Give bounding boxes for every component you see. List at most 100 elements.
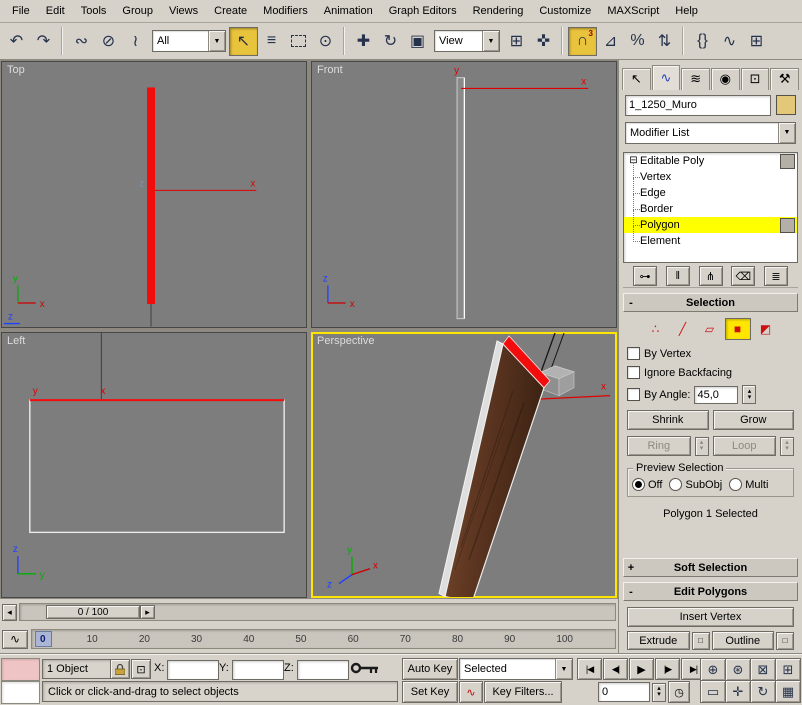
menu-animation[interactable]: Animation <box>316 2 381 21</box>
viewport-front[interactable]: Front x y z x <box>311 61 617 328</box>
select-and-move-icon[interactable]: ✚ <box>350 28 377 55</box>
stack-item-editable-poly[interactable]: ⊟ Editable Poly <box>624 153 797 169</box>
menu-customize[interactable]: Customize <box>531 2 599 21</box>
menu-modifiers[interactable]: Modifiers <box>255 2 316 21</box>
wall-front-face[interactable] <box>445 343 544 597</box>
spinner-down-icon[interactable]: ▾ <box>748 395 752 401</box>
preview-off-radio[interactable] <box>632 478 645 491</box>
stack-item-edge[interactable]: Edge <box>624 185 797 201</box>
menu-views[interactable]: Views <box>161 2 206 21</box>
border-subobject-icon[interactable]: ▱ <box>698 319 722 339</box>
curve-editor-icon[interactable]: ∿ <box>716 28 743 55</box>
auto-key-button[interactable]: Auto Key <box>402 658 458 680</box>
stack-item-element[interactable]: Element <box>624 233 797 249</box>
menu-help[interactable]: Help <box>667 2 706 21</box>
schematic-view-icon[interactable]: ⊞ <box>743 28 770 55</box>
window-crossing-icon[interactable]: ⊙ <box>312 28 339 55</box>
zoom-icon[interactable]: ⊕ <box>700 658 726 681</box>
select-object-icon[interactable]: ↖ <box>229 27 258 56</box>
reference-coordinate-dropdown[interactable]: View ▼ <box>434 30 500 52</box>
edit-polygons-rollout-header[interactable]: - Edit Polygons <box>623 582 798 601</box>
make-unique-icon[interactable]: ⋔ <box>699 266 723 286</box>
element-subobject-icon[interactable]: ◩ <box>754 319 778 339</box>
by-vertex-checkbox[interactable] <box>627 347 640 360</box>
object-color-swatch[interactable] <box>776 95 796 115</box>
vertex-subobject-icon[interactable]: ∴ <box>644 319 668 339</box>
maxscript-listener-pane[interactable] <box>1 681 40 704</box>
time-slider-track[interactable]: 0 / 100 ▸ <box>19 603 616 621</box>
time-slider-thumb[interactable]: 0 / 100 <box>46 605 140 619</box>
set-key-button[interactable]: Set Key <box>402 681 458 703</box>
viewport-left[interactable]: Left y x z y <box>1 332 307 599</box>
menu-graph-editors[interactable]: Graph Editors <box>381 2 465 21</box>
chevron-down-icon[interactable]: ▼ <box>208 31 225 51</box>
stack-icon-box[interactable] <box>780 218 795 233</box>
chevron-down-icon[interactable]: ▼ <box>482 31 499 51</box>
menu-maxscript[interactable]: MAXScript <box>599 2 667 21</box>
rectangular-selection-region-icon[interactable] <box>285 28 312 55</box>
stack-item-polygon[interactable]: Polygon <box>624 217 797 233</box>
shrink-button[interactable]: Shrink <box>627 410 709 430</box>
menu-create[interactable]: Create <box>206 2 255 21</box>
chevron-down-icon[interactable]: ▼ <box>555 659 572 679</box>
ring-button[interactable]: Ring <box>627 436 691 456</box>
macro-recorder-pane[interactable] <box>1 658 40 681</box>
angle-snap-icon[interactable]: ⊿ <box>597 28 624 55</box>
menu-group[interactable]: Group <box>114 2 161 21</box>
angle-value-field[interactable] <box>694 386 738 404</box>
outline-button[interactable]: Outline <box>712 631 775 650</box>
loop-spinner[interactable]: ▴▾ <box>780 437 794 456</box>
preview-multi-radio[interactable] <box>729 478 742 491</box>
unlink-selection-icon[interactable]: ⊘ <box>95 28 122 55</box>
tab-motion[interactable]: ◉ <box>711 68 740 90</box>
pin-stack-icon[interactable]: ⊶ <box>633 266 657 286</box>
modifier-list-dropdown[interactable]: Modifier List ▼ <box>625 122 796 144</box>
outline-settings-button[interactable]: □ <box>776 632 794 650</box>
remove-modifier-icon[interactable]: ⌫ <box>731 266 755 286</box>
select-by-name-icon[interactable]: ≡ <box>258 28 285 55</box>
stack-item-vertex[interactable]: Vertex <box>624 169 797 185</box>
play-button[interactable]: ▶ <box>629 658 654 680</box>
zoom-extents-all-icon[interactable]: ⊞ <box>775 658 801 681</box>
use-pivot-center-icon[interactable]: ⊞ <box>503 28 530 55</box>
zoom-all-icon[interactable]: ⊛ <box>725 658 751 681</box>
z-coordinate-field[interactable] <box>297 660 349 680</box>
polygon-subobject-icon[interactable]: ■ <box>725 318 751 340</box>
selection-filter-dropdown[interactable]: All ▼ <box>152 30 226 52</box>
snaps-toggle-icon[interactable]: ∩3 <box>568 27 597 56</box>
maximize-viewport-icon[interactable]: ▦ <box>775 680 801 703</box>
previous-frame-button[interactable]: ◀| <box>603 658 628 680</box>
viewport-top[interactable]: Top x z y x z <box>1 61 307 328</box>
arc-rotate-icon[interactable]: ↻ <box>750 680 776 703</box>
extrude-settings-button[interactable]: □ <box>692 632 710 650</box>
grow-button[interactable]: Grow <box>713 410 795 430</box>
bind-to-spacewarp-icon[interactable]: ≀ <box>122 28 149 55</box>
selection-lock-toggle[interactable] <box>110 659 130 679</box>
tab-hierarchy[interactable]: ≋ <box>681 68 710 90</box>
previous-frame-arrow[interactable]: ◂ <box>2 604 17 621</box>
frame-spinner[interactable]: ▴▾ <box>652 683 666 702</box>
region-zoom-icon[interactable]: ▭ <box>700 680 726 703</box>
current-frame-field[interactable] <box>598 682 650 702</box>
show-end-result-icon[interactable]: ‖ <box>666 266 690 286</box>
select-and-manipulate-icon[interactable]: ✜ <box>530 28 557 55</box>
extrude-button[interactable]: Extrude <box>627 631 690 650</box>
named-selection-sets-icon[interactable]: {} <box>689 28 716 55</box>
open-mini-curve-editor-button[interactable]: ∿ <box>2 630 28 649</box>
select-and-link-icon[interactable]: ∾ <box>68 28 95 55</box>
preview-subobj-radio[interactable] <box>669 478 682 491</box>
spinner-snap-icon[interactable]: ⇅ <box>651 28 678 55</box>
next-frame-arrow[interactable]: ▸ <box>140 605 155 619</box>
select-and-rotate-icon[interactable]: ↻ <box>377 28 404 55</box>
edge-subobject-icon[interactable]: ╱ <box>671 319 695 339</box>
menu-file[interactable]: File <box>4 2 38 21</box>
tab-utilities[interactable]: ⚒ <box>770 68 799 90</box>
default-tangents-button[interactable]: ∿ <box>459 681 483 703</box>
menu-tools[interactable]: Tools <box>73 2 115 21</box>
viewport-label[interactable]: Left <box>7 335 25 347</box>
tab-create[interactable]: ↖ <box>622 68 651 90</box>
selection-rollout-header[interactable]: - Selection <box>623 293 798 312</box>
by-angle-checkbox[interactable] <box>627 388 640 401</box>
stack-item-border[interactable]: Border <box>624 201 797 217</box>
configure-modifier-sets-icon[interactable]: ≣ <box>764 266 788 286</box>
